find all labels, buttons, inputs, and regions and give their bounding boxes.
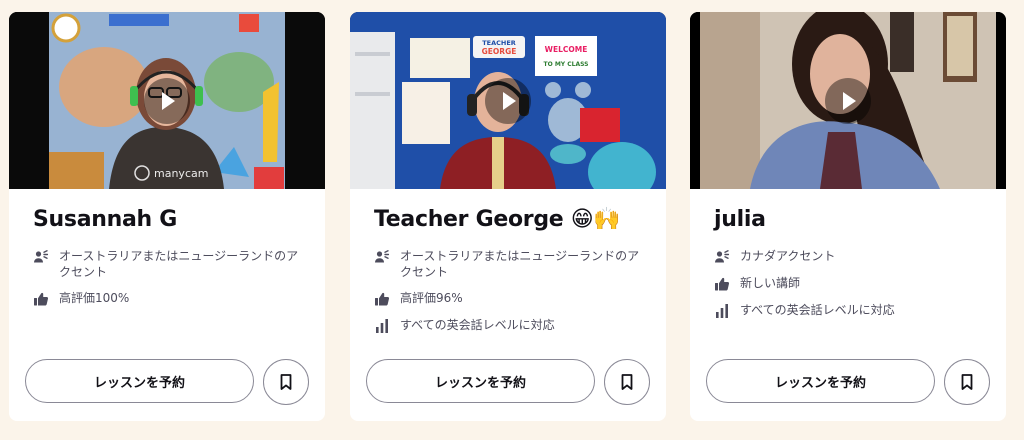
level-bars-icon xyxy=(374,318,390,334)
accent-speaker-icon xyxy=(374,249,390,265)
book-lesson-button[interactable]: レッスンを予約 xyxy=(366,359,595,403)
accent-speaker-icon xyxy=(714,249,730,265)
feature-text: カナダアクセント xyxy=(740,249,836,263)
svg-text:GEORGE: GEORGE xyxy=(482,47,517,56)
bookmark-icon xyxy=(958,373,976,391)
tutor-card[interactable]: julia カナダアクセント 新しい講師 すべての英会話レベルに対応 レッスンを… xyxy=(690,12,1006,421)
svg-text:WELCOME: WELCOME xyxy=(545,45,588,54)
svg-text:TO MY CLASS: TO MY CLASS xyxy=(544,61,589,68)
save-tutor-button[interactable] xyxy=(604,359,650,405)
feature-accent: オーストラリアまたはニュージーランドのアクセント xyxy=(33,248,305,280)
feature-text: 高評価96% xyxy=(400,291,463,305)
intro-video[interactable] xyxy=(690,12,1006,189)
tutor-name[interactable]: Susannah G xyxy=(33,207,177,232)
thumbs-up-icon xyxy=(374,291,390,307)
tutor-card[interactable]: manycam Susannah G オーストラリアまたはニュージーランドのアク… xyxy=(9,12,325,421)
bookmark-icon xyxy=(618,373,636,391)
accent-speaker-icon xyxy=(33,249,49,265)
svg-text:TEACHER: TEACHER xyxy=(482,39,516,47)
feature-text: オーストラリアまたはニュージーランドのアクセント xyxy=(400,249,640,279)
bookmark-icon xyxy=(277,373,295,391)
feature-rating: 高評価96% xyxy=(374,290,646,307)
feature-text: すべての英会話レベルに対応 xyxy=(400,318,555,332)
feature-levels: すべての英会話レベルに対応 xyxy=(374,317,646,334)
thumbs-up-icon xyxy=(33,291,49,307)
save-tutor-button[interactable] xyxy=(263,359,309,405)
feature-text: オーストラリアまたはニュージーランドのアクセント xyxy=(59,249,299,279)
feature-accent: カナダアクセント xyxy=(714,248,986,265)
play-button[interactable] xyxy=(144,77,190,124)
book-lesson-button[interactable]: レッスンを予約 xyxy=(706,359,935,403)
feature-accent: オーストラリアまたはニュージーランドのアクセント xyxy=(374,248,646,280)
feature-rating: 新しい講師 xyxy=(714,275,986,292)
tutor-card-list: manycam Susannah G オーストラリアまたはニュージーランドのアク… xyxy=(0,0,1024,440)
intro-video[interactable]: TEACHER GEORGE WELCOME TO MY CLASS xyxy=(350,12,666,189)
feature-text: 高評価100% xyxy=(59,291,130,305)
play-button[interactable] xyxy=(825,77,871,124)
svg-text:manycam: manycam xyxy=(154,167,208,180)
tutor-name[interactable]: Teacher George 😁🙌 xyxy=(374,207,621,232)
level-bars-icon xyxy=(714,303,730,319)
intro-video[interactable]: manycam xyxy=(9,12,325,189)
play-button[interactable] xyxy=(485,77,531,124)
feature-text: すべての英会話レベルに対応 xyxy=(740,303,895,317)
tutor-card[interactable]: TEACHER GEORGE WELCOME TO MY CLASS Teach… xyxy=(350,12,666,421)
feature-rating: 高評価100% xyxy=(33,290,305,307)
book-lesson-button[interactable]: レッスンを予約 xyxy=(25,359,254,403)
tutor-name[interactable]: julia xyxy=(714,207,766,232)
feature-text: 新しい講師 xyxy=(740,276,801,290)
thumbs-up-icon xyxy=(714,276,730,292)
save-tutor-button[interactable] xyxy=(944,359,990,405)
feature-levels: すべての英会話レベルに対応 xyxy=(714,302,986,319)
